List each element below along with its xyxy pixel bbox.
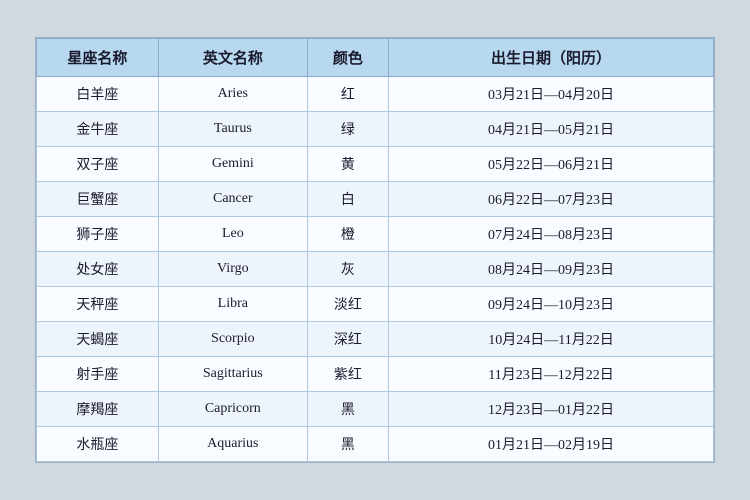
cell-date: 07月24日—08月23日 [389,217,714,252]
cell-chinese: 天秤座 [37,287,159,322]
cell-chinese: 金牛座 [37,112,159,147]
cell-english: Aquarius [158,427,307,462]
cell-chinese: 摩羯座 [37,392,159,427]
cell-chinese: 射手座 [37,357,159,392]
cell-chinese: 狮子座 [37,217,159,252]
table-row: 射手座Sagittarius紫红11月23日—12月22日 [37,357,714,392]
cell-date: 01月21日—02月19日 [389,427,714,462]
cell-color: 黄 [307,147,388,182]
cell-english: Aries [158,77,307,112]
table-row: 狮子座Leo橙07月24日—08月23日 [37,217,714,252]
cell-color: 紫红 [307,357,388,392]
cell-date: 12月23日—01月22日 [389,392,714,427]
table-header-row: 星座名称 英文名称 颜色 出生日期（阳历） [37,39,714,77]
cell-english: Libra [158,287,307,322]
cell-date: 09月24日—10月23日 [389,287,714,322]
header-date: 出生日期（阳历） [389,39,714,77]
cell-chinese: 白羊座 [37,77,159,112]
cell-date: 11月23日—12月22日 [389,357,714,392]
cell-english: Virgo [158,252,307,287]
cell-color: 橙 [307,217,388,252]
cell-english: Capricorn [158,392,307,427]
table-row: 摩羯座Capricorn黑12月23日—01月22日 [37,392,714,427]
cell-color: 绿 [307,112,388,147]
table-row: 白羊座Aries红03月21日—04月20日 [37,77,714,112]
table-row: 水瓶座Aquarius黑01月21日—02月19日 [37,427,714,462]
cell-chinese: 天蝎座 [37,322,159,357]
cell-chinese: 处女座 [37,252,159,287]
cell-chinese: 巨蟹座 [37,182,159,217]
cell-color: 黑 [307,392,388,427]
table-row: 天秤座Libra淡红09月24日—10月23日 [37,287,714,322]
cell-color: 淡红 [307,287,388,322]
cell-date: 10月24日—11月22日 [389,322,714,357]
cell-english: Sagittarius [158,357,307,392]
cell-date: 03月21日—04月20日 [389,77,714,112]
cell-color: 白 [307,182,388,217]
table-row: 巨蟹座Cancer白06月22日—07月23日 [37,182,714,217]
cell-date: 04月21日—05月21日 [389,112,714,147]
cell-english: Cancer [158,182,307,217]
cell-date: 05月22日—06月21日 [389,147,714,182]
header-chinese: 星座名称 [37,39,159,77]
cell-date: 08月24日—09月23日 [389,252,714,287]
table-row: 处女座Virgo灰08月24日—09月23日 [37,252,714,287]
cell-english: Gemini [158,147,307,182]
cell-color: 红 [307,77,388,112]
table-body: 白羊座Aries红03月21日—04月20日金牛座Taurus绿04月21日—0… [37,77,714,462]
cell-english: Taurus [158,112,307,147]
header-english: 英文名称 [158,39,307,77]
cell-color: 灰 [307,252,388,287]
table-row: 双子座Gemini黄05月22日—06月21日 [37,147,714,182]
cell-chinese: 水瓶座 [37,427,159,462]
cell-chinese: 双子座 [37,147,159,182]
cell-color: 黑 [307,427,388,462]
header-color: 颜色 [307,39,388,77]
table-row: 天蝎座Scorpio深红10月24日—11月22日 [37,322,714,357]
cell-english: Scorpio [158,322,307,357]
cell-color: 深红 [307,322,388,357]
cell-date: 06月22日—07月23日 [389,182,714,217]
cell-english: Leo [158,217,307,252]
zodiac-table-container: 星座名称 英文名称 颜色 出生日期（阳历） 白羊座Aries红03月21日—04… [35,37,715,463]
table-row: 金牛座Taurus绿04月21日—05月21日 [37,112,714,147]
zodiac-table: 星座名称 英文名称 颜色 出生日期（阳历） 白羊座Aries红03月21日—04… [36,38,714,462]
